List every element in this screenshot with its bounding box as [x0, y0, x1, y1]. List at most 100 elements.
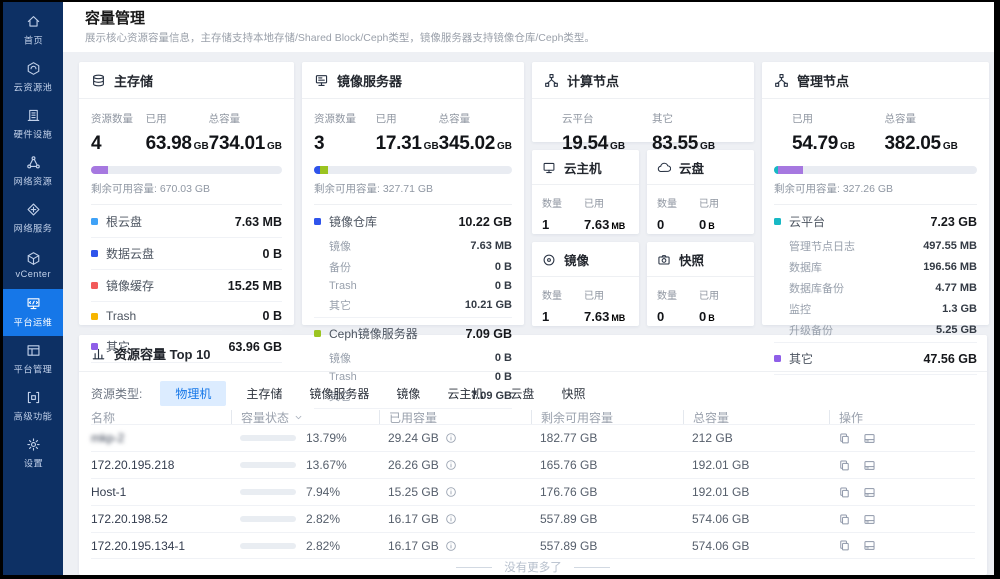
stat-value: 17.31GB — [376, 133, 439, 155]
sidebar-item-label: 设置 — [23, 456, 42, 470]
sidebar-item-platform-ops[interactable]: 平台运维 — [3, 289, 63, 336]
stat-number: 1 — [542, 309, 549, 324]
legend-sublabel: 监控 — [789, 301, 811, 317]
info-icon[interactable] — [445, 432, 457, 444]
stat-云平台: 云平台19.54GB — [562, 111, 652, 155]
stat-unit: GB — [267, 141, 282, 152]
sidebar-item-label: 云资源池 — [14, 80, 53, 94]
column-header-容量状态[interactable]: 容量状态 — [231, 410, 379, 424]
stat-value: 7.63MB — [584, 308, 625, 326]
table-header: 名称容量状态已用容量剩余可用容量总容量操作 — [91, 410, 975, 424]
sidebar-item-vcenter[interactable]: vCenter — [3, 242, 63, 289]
row-used-capacity: 29.24 GB — [379, 431, 531, 445]
card-primary-storage: 主存储 资源数量4已用63.98GB总容量734.01GB 剩余可用容量: 67… — [79, 62, 294, 325]
stat-label: 数量 — [657, 195, 699, 210]
tab-主存储[interactable]: 主存储 — [246, 381, 282, 406]
sidebar-item-home[interactable]: 首页 — [3, 7, 63, 54]
card-title: 管理节点 — [797, 71, 849, 90]
drive-icon[interactable] — [863, 432, 876, 445]
stat-unit: B — [708, 221, 715, 231]
legend-subrow: 管理节点日志497.55 MB — [774, 235, 977, 256]
sidebar-item-network-resource[interactable]: 网络资源 — [3, 148, 63, 195]
legend-row: 镜像缓存15.25 MB — [91, 272, 282, 299]
table-row: 172.20.195.134-12.82%16.17 GB557.89 GB57… — [91, 532, 975, 559]
legend-row: 云平台7.23 GB — [774, 208, 977, 235]
sidebar-item-label: 首页 — [23, 33, 42, 47]
capacity-percent: 13.79% — [306, 431, 347, 445]
info-icon[interactable] — [445, 486, 457, 498]
info-icon[interactable] — [445, 459, 457, 471]
row-capacity-status: 13.67% — [231, 458, 379, 472]
server-icon — [314, 73, 329, 88]
compute-column: 计算节点 云平台19.54GB其它83.55GB 云主机数量1已用7.63MB云… — [532, 62, 754, 325]
drive-icon[interactable] — [863, 486, 876, 499]
copy-icon[interactable] — [838, 486, 851, 499]
usage-progressbar — [91, 166, 282, 174]
column-header-label: 总容量 — [693, 409, 729, 426]
legend-subrow: 其它10.21 GB — [314, 294, 512, 315]
stat-label: 资源数量 — [314, 111, 376, 126]
copy-icon[interactable] — [838, 539, 851, 552]
sidebar-item-label: 高级功能 — [14, 409, 53, 423]
tab-物理机[interactable]: 物理机 — [160, 381, 226, 406]
copy-icon[interactable] — [838, 459, 851, 472]
stat-label: 已用 — [584, 195, 625, 210]
tab-镜像服务器[interactable]: 镜像服务器 — [309, 381, 369, 406]
legend-row-left: Trash — [91, 309, 136, 323]
capacity-bar — [240, 516, 296, 522]
stat-资源数量: 资源数量 3 — [314, 111, 376, 155]
sidebar-item-label: vCenter — [15, 269, 50, 279]
stat-已用: 已用0B — [699, 287, 719, 326]
home-icon — [26, 14, 41, 29]
used-value: 16.17 GB — [388, 512, 439, 526]
mini-cards: 云主机数量1已用7.63MB云盘数量0已用0B镜像数量1已用7.63MB快照数量… — [532, 150, 754, 326]
legend-value: 7.23 GB — [930, 215, 977, 229]
legend-sublabel: 其它 — [329, 297, 351, 313]
main-area: 容量管理 展示核心资源容量信息，主存储支持本地存储/Shared Block/C… — [63, 2, 994, 575]
page-header: 容量管理 展示核心资源容量信息，主存储支持本地存储/Shared Block/C… — [63, 2, 994, 52]
tab-镜像[interactable]: 镜像 — [396, 381, 420, 406]
stat-总容量: 总容量382.05GB — [885, 111, 978, 155]
column-header-操作: 操作 — [829, 410, 975, 424]
tab-快照[interactable]: 快照 — [561, 381, 585, 406]
drive-icon[interactable] — [863, 513, 876, 526]
top10-section: 资源容量 Top 10 资源类型: 物理机主存储镜像服务器镜像云主机云盘快照 名… — [79, 335, 987, 575]
legend-subrow: Trash0 B — [314, 277, 512, 294]
stat-数量: 数量1 — [542, 195, 584, 234]
tab-云主机[interactable]: 云主机 — [447, 381, 483, 406]
tab-云盘[interactable]: 云盘 — [510, 381, 534, 406]
sidebar-item-settings[interactable]: 设置 — [3, 430, 63, 477]
card-disk-header: 云盘 — [647, 150, 754, 185]
stat-number: 0 — [699, 217, 706, 232]
row-capacity-status: 2.82% — [231, 512, 379, 526]
column-header-已用容量: 已用容量 — [379, 410, 531, 424]
copy-icon[interactable] — [838, 513, 851, 526]
row-free-capacity: 165.76 GB — [531, 458, 683, 472]
copy-icon[interactable] — [838, 432, 851, 445]
sidebar-item-cloud-pool[interactable]: 云资源池 — [3, 54, 63, 101]
card-title: 快照 — [679, 250, 704, 269]
stat-number: 63.98 — [146, 133, 192, 154]
info-icon[interactable] — [445, 540, 457, 552]
camera-icon — [657, 253, 671, 267]
network-resource-icon — [26, 155, 41, 170]
legend-group: 镜像仓库10.22 GB镜像7.63 MB备份0 BTrash0 B其它10.2… — [314, 206, 512, 318]
stat-value: 3 — [314, 133, 376, 155]
stat-number: 382.05 — [885, 133, 941, 154]
legend-row-left: 镜像仓库 — [314, 213, 377, 230]
caret-down-icon[interactable] — [293, 412, 304, 423]
sidebar-item-platform-admin[interactable]: 平台管理 — [3, 336, 63, 383]
card-title: 计算节点 — [567, 71, 619, 90]
sidebar-item-network-service[interactable]: 网络服务 — [3, 195, 63, 242]
info-icon[interactable] — [445, 513, 457, 525]
drive-icon[interactable] — [863, 539, 876, 552]
sidebar-item-advanced[interactable]: 高级功能 — [3, 383, 63, 430]
nodes-icon — [774, 73, 789, 88]
legend-subvalue: 196.56 MB — [923, 261, 977, 273]
legend-row-left: 数据云盘 — [91, 245, 154, 262]
drive-icon[interactable] — [863, 459, 876, 472]
platform-ops-icon — [26, 296, 41, 311]
sidebar-item-hardware[interactable]: 硬件设施 — [3, 101, 63, 148]
legend-sublabel: 镜像 — [329, 238, 351, 254]
stat-已用: 已用17.31GB — [376, 111, 439, 155]
